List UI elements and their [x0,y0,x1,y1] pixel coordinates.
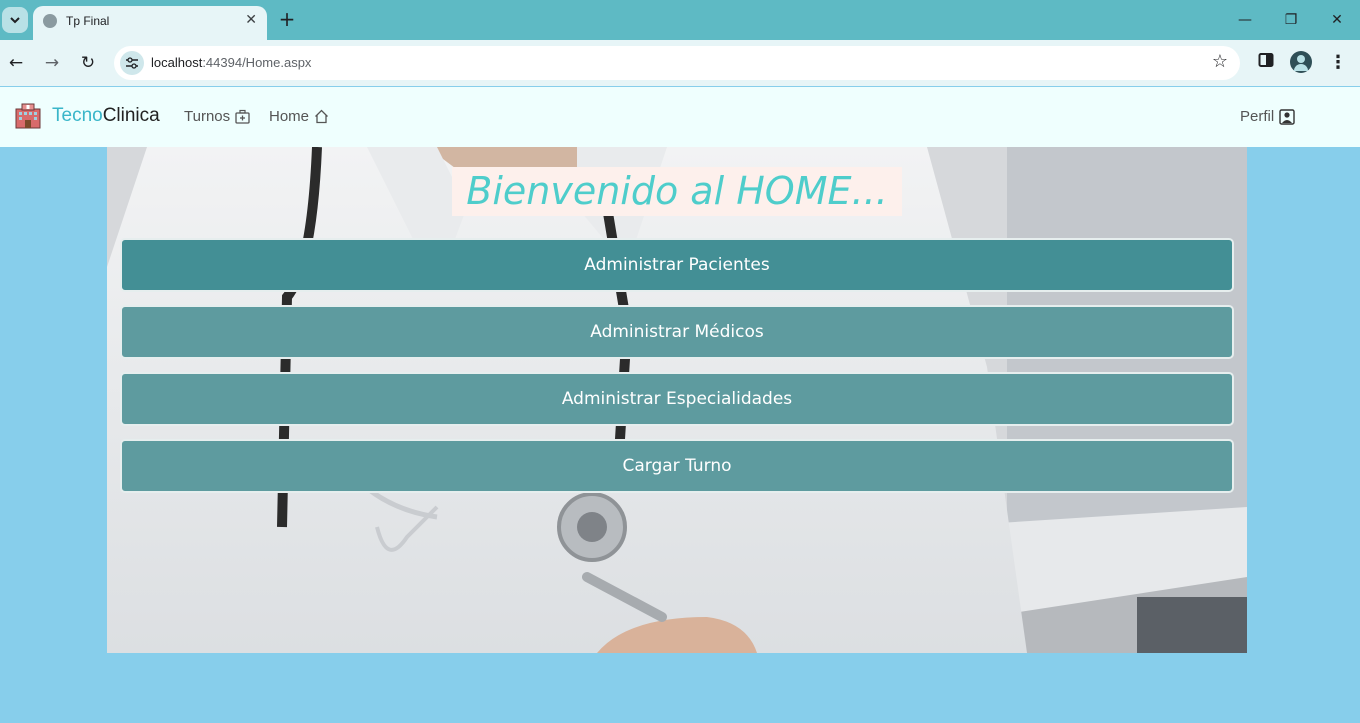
brand-name: TecnoClinica [52,105,160,127]
welcome-title-box: Bienvenido al HOME... [452,167,902,216]
browser-toolbar: ← → ↻ localhost:44394/Home.aspx ☆ ⋮ [0,40,1360,86]
hero-section: Bienvenido al HOME... Administrar Pacien… [107,147,1247,653]
back-button[interactable]: ← [4,51,28,75]
side-panel-icon[interactable] [1254,51,1278,75]
medical-bag-icon [235,109,250,124]
cargar-turno-button[interactable]: Cargar Turno [120,439,1234,493]
nav-home-label: Home [269,108,310,125]
hospital-icon [14,103,42,129]
chevron-down-icon [10,17,20,24]
globe-icon [43,14,57,28]
close-window-button[interactable]: ✕ [1325,8,1349,32]
site-info-icon[interactable] [120,51,144,75]
tab-search-button[interactable] [2,7,28,33]
brand-name-part1: Tecno [52,105,103,126]
nav-perfil[interactable]: Perfil [1240,108,1295,125]
welcome-title: Bienvenido al HOME... [466,169,888,213]
forward-button[interactable]: → [40,51,64,75]
url-text: localhost:44394/Home.aspx [151,55,311,70]
browser-tab[interactable]: Tp Final ✕ [33,6,267,40]
profile-avatar-icon[interactable] [1290,51,1312,73]
bookmark-star-icon[interactable]: ☆ [1212,51,1228,72]
nav-turnos-label: Turnos [184,108,231,125]
url-path: :44394/Home.aspx [202,55,312,70]
tab-title: Tp Final [66,14,110,28]
menu-kebab-icon[interactable]: ⋮ [1326,51,1350,75]
restore-button[interactable]: ❐ [1279,8,1303,32]
person-badge-icon [1279,108,1295,125]
new-tab-button[interactable]: + [276,8,298,30]
close-tab-icon[interactable]: ✕ [245,12,257,28]
nav-turnos[interactable]: Turnos [184,108,250,125]
nav-perfil-label: Perfil [1240,108,1275,125]
address-bar[interactable]: localhost:44394/Home.aspx ☆ [114,46,1240,80]
browser-tab-bar: Tp Final ✕ + — ❐ ✕ [0,0,1360,40]
brand-link[interactable]: TecnoClinica [14,103,160,129]
brand-name-part2: Clinica [102,105,160,126]
administrar-medicos-button[interactable]: Administrar Médicos [120,305,1234,359]
administrar-pacientes-button[interactable]: Administrar Pacientes [120,238,1234,292]
reload-button[interactable]: ↻ [76,51,100,75]
site-navbar: TecnoClinica Turnos Home Perfil [0,87,1360,147]
administrar-especialidades-button[interactable]: Administrar Especialidades [120,372,1234,426]
url-host: localhost [151,55,203,70]
minimize-button[interactable]: — [1233,8,1257,32]
nav-home[interactable]: Home [269,108,329,125]
house-icon [315,109,328,124]
